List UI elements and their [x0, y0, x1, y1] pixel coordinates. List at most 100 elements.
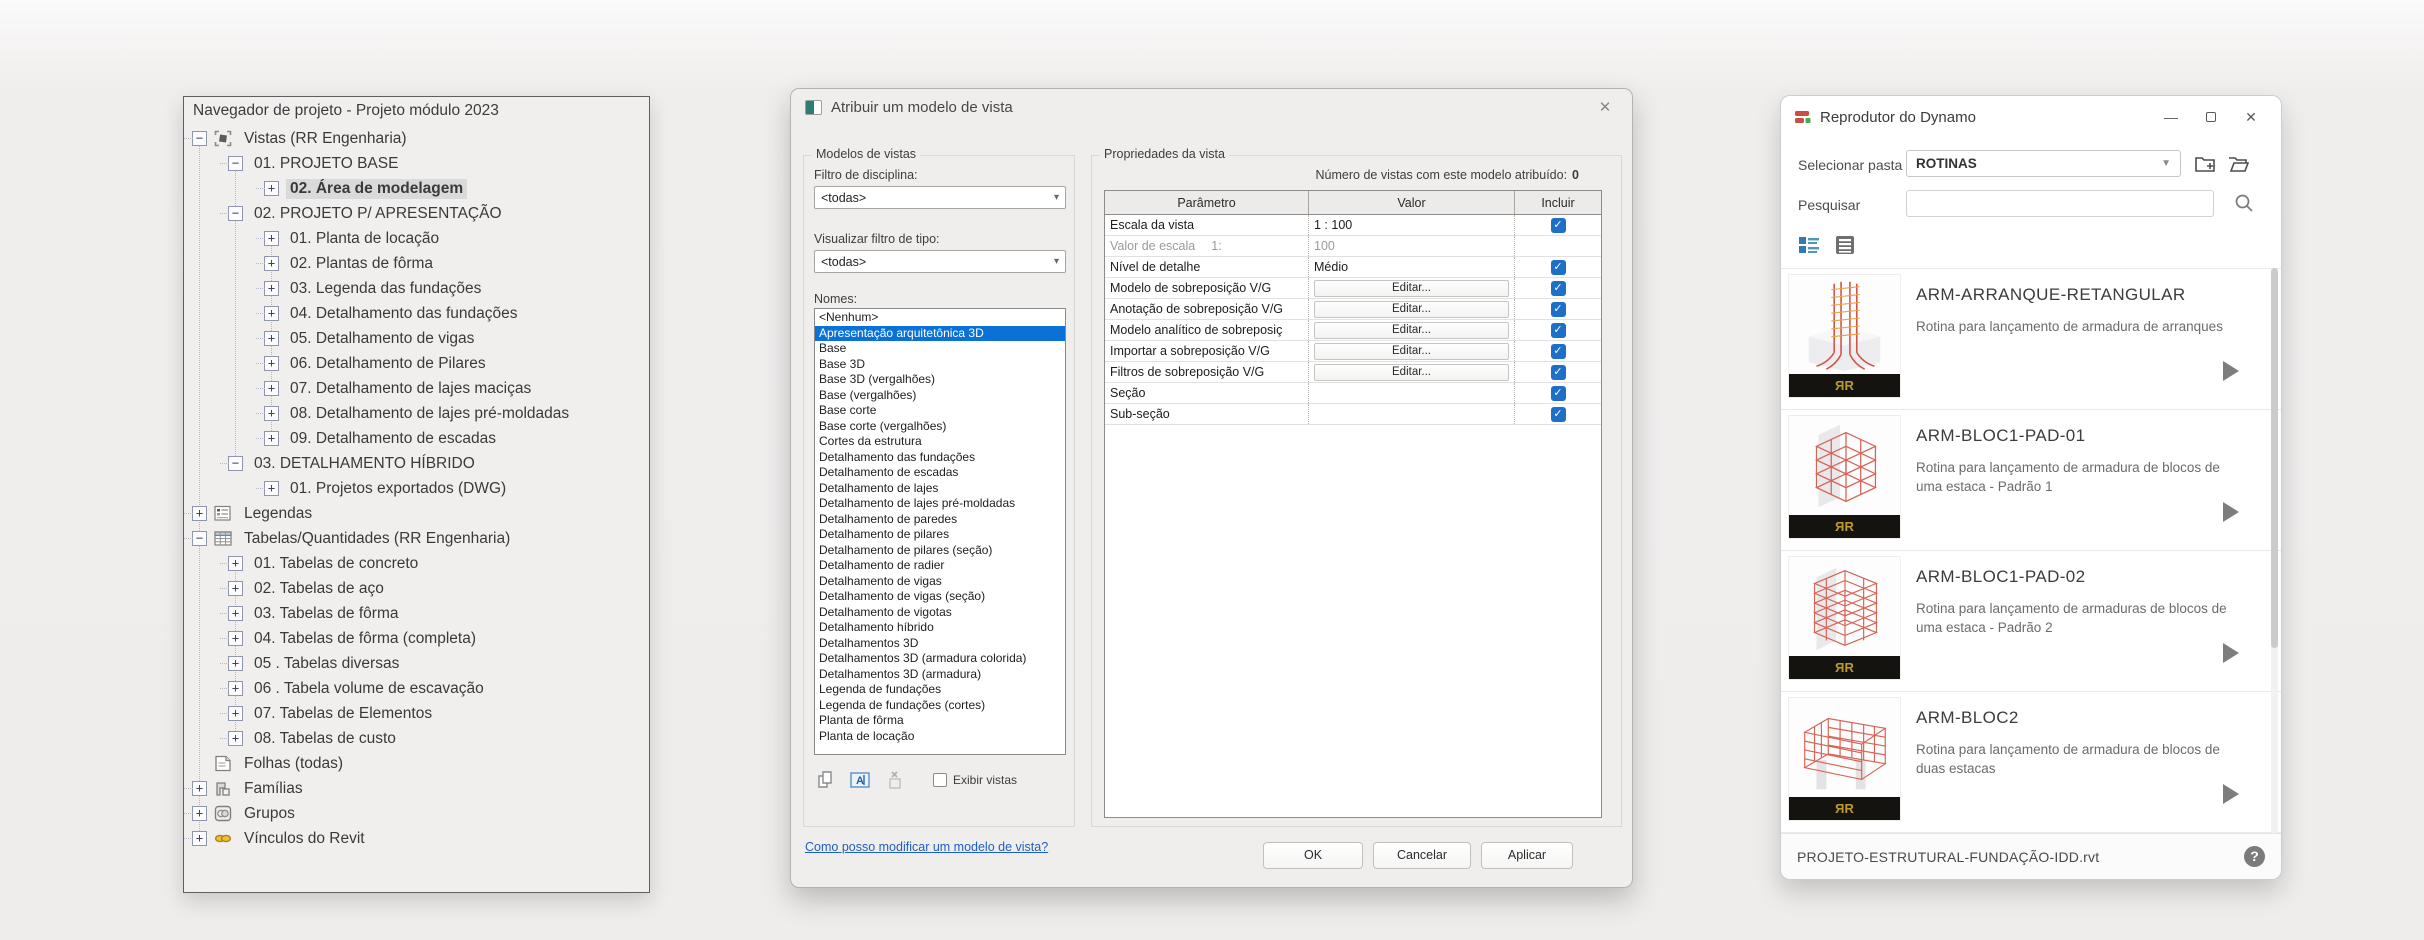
cancel-button[interactable]: Cancelar: [1373, 842, 1471, 869]
template-name-option[interactable]: Planta de locação: [815, 729, 1065, 745]
edit-button[interactable]: Editar...: [1314, 322, 1509, 339]
expand-toggle-icon[interactable]: +: [264, 481, 279, 496]
help-icon[interactable]: ?: [2244, 846, 2265, 867]
tree-item[interactable]: − Tabelas/Quantidades (RR Engenharia): [184, 526, 648, 551]
expand-toggle-icon[interactable]: +: [228, 606, 243, 621]
template-name-option[interactable]: Detalhamentos 3D (armadura): [815, 667, 1065, 683]
table-row[interactable]: Modelo de sobreposição V/G Editar... ✓: [1105, 278, 1601, 299]
include-checkbox-checked[interactable]: ✓: [1551, 344, 1566, 359]
tree-item[interactable]: + 02. Plantas de fôrma: [184, 251, 648, 276]
tree-item[interactable]: + 08. Detalhamento de lajes pré-moldadas: [184, 401, 648, 426]
tree-item[interactable]: − Vistas (RR Engenharia): [184, 126, 648, 151]
template-name-option[interactable]: Base corte: [815, 403, 1065, 419]
template-name-option[interactable]: Base: [815, 341, 1065, 357]
tree-item[interactable]: + 04. Detalhamento das fundações: [184, 301, 648, 326]
search-icon[interactable]: [2233, 192, 2255, 219]
tree-item[interactable]: + 06 . Tabela volume de escavação: [184, 676, 648, 701]
add-folder-icon[interactable]: [2194, 152, 2216, 174]
value-cell[interactable]: Médio: [1309, 257, 1515, 277]
template-name-option[interactable]: Base (vergalhões): [815, 388, 1065, 404]
include-cell[interactable]: ✓: [1515, 320, 1601, 340]
value-cell[interactable]: Editar...: [1309, 299, 1515, 319]
ok-button[interactable]: OK: [1263, 842, 1363, 869]
table-row[interactable]: Nível de detalhe Médio ✓: [1105, 257, 1601, 278]
table-row[interactable]: Anotação de sobreposição V/G Editar... ✓: [1105, 299, 1601, 320]
tree-item[interactable]: − 01. PROJETO BASE: [184, 151, 648, 176]
scrollbar[interactable]: [2271, 268, 2278, 834]
include-checkbox-checked[interactable]: ✓: [1551, 365, 1566, 380]
table-row[interactable]: Seção ✓: [1105, 383, 1601, 404]
include-cell[interactable]: ✓: [1515, 404, 1601, 424]
template-name-option[interactable]: Detalhamento de vigas (seção): [815, 589, 1065, 605]
expand-toggle-icon[interactable]: +: [228, 556, 243, 571]
tree-item[interactable]: + Grupos: [184, 801, 648, 826]
expand-toggle-icon[interactable]: +: [264, 431, 279, 446]
expand-toggle-icon[interactable]: +: [264, 331, 279, 346]
play-button[interactable]: [2223, 361, 2239, 381]
edit-button[interactable]: Editar...: [1314, 364, 1509, 381]
template-name-option[interactable]: Base 3D (vergalhões): [815, 372, 1065, 388]
tree-item[interactable]: + 02. Área de modelagem: [184, 176, 648, 201]
tree-item[interactable]: + 08. Tabelas de custo: [184, 726, 648, 751]
show-views-checkbox[interactable]: Exibir vistas: [933, 773, 1017, 787]
value-cell[interactable]: 1 : 100: [1309, 215, 1515, 235]
table-row[interactable]: Modelo analítico de sobreposiç Editar...…: [1105, 320, 1601, 341]
include-checkbox-checked[interactable]: ✓: [1551, 281, 1566, 296]
tree-item[interactable]: + 01. Projetos exportados (DWG): [184, 476, 648, 501]
tree-item[interactable]: + Famílias: [184, 776, 648, 801]
play-button[interactable]: [2223, 643, 2239, 663]
expand-toggle-icon[interactable]: −: [228, 156, 243, 171]
template-name-option[interactable]: Cortes da estrutura: [815, 434, 1065, 450]
routine-card[interactable]: RR ARM-BLOC2 Rotina para lançamento de a…: [1781, 692, 2281, 833]
folder-dropdown[interactable]: ROTINAS ▼: [1906, 150, 2181, 177]
discipline-filter-dropdown[interactable]: <todas> ▾: [814, 186, 1066, 209]
play-button[interactable]: [2223, 784, 2239, 804]
maximize-icon[interactable]: [2191, 109, 2231, 125]
expand-toggle-icon[interactable]: +: [192, 831, 207, 846]
tree-item[interactable]: + 06. Detalhamento de Pilares: [184, 351, 648, 376]
expand-toggle-icon[interactable]: +: [228, 581, 243, 596]
include-cell[interactable]: ✓: [1515, 215, 1601, 235]
expand-toggle-icon[interactable]: +: [264, 281, 279, 296]
table-row[interactable]: Sub-seção ✓: [1105, 404, 1601, 425]
template-name-option[interactable]: <Nenhum>: [815, 310, 1065, 326]
table-row[interactable]: Filtros de sobreposição V/G Editar... ✓: [1105, 362, 1601, 383]
include-cell[interactable]: ✓: [1515, 383, 1601, 403]
template-name-option[interactable]: Detalhamento de paredes: [815, 512, 1065, 528]
value-cell[interactable]: Editar...: [1309, 278, 1515, 298]
close-icon[interactable]: ✕: [2231, 109, 2271, 126]
expand-toggle-icon[interactable]: +: [228, 706, 243, 721]
help-link[interactable]: Como posso modificar um modelo de vista?: [805, 840, 1048, 854]
tree-item[interactable]: + 09. Detalhamento de escadas: [184, 426, 648, 451]
expand-toggle-icon[interactable]: −: [192, 531, 207, 546]
tree-item[interactable]: − 03. DETALHAMENTO HÍBRIDO: [184, 451, 648, 476]
value-cell[interactable]: [1309, 383, 1515, 403]
table-row[interactable]: Importar a sobreposição V/G Editar... ✓: [1105, 341, 1601, 362]
value-cell[interactable]: [1309, 404, 1515, 424]
apply-button[interactable]: Aplicar: [1481, 842, 1573, 869]
tree-item[interactable]: + 05. Detalhamento de vigas: [184, 326, 648, 351]
template-name-option[interactable]: Detalhamentos 3D: [815, 636, 1065, 652]
tree-item[interactable]: + 04. Tabelas de fôrma (completa): [184, 626, 648, 651]
expand-toggle-icon[interactable]: +: [264, 306, 279, 321]
template-name-option[interactable]: Legenda de fundações: [815, 682, 1065, 698]
expand-toggle-icon[interactable]: +: [264, 181, 279, 196]
tree-item[interactable]: − 02. PROJETO P/ APRESENTAÇÃO: [184, 201, 648, 226]
expand-toggle-icon[interactable]: +: [264, 356, 279, 371]
open-folder-icon[interactable]: [2227, 152, 2249, 174]
include-cell[interactable]: [1515, 236, 1601, 256]
table-row[interactable]: Escala da vista 1 : 100 ✓: [1105, 215, 1601, 236]
template-name-option[interactable]: Detalhamento de lajes: [815, 481, 1065, 497]
expand-toggle-icon[interactable]: +: [264, 256, 279, 271]
include-checkbox-checked[interactable]: ✓: [1551, 386, 1566, 401]
template-name-option[interactable]: Detalhamento de lajes pré-moldadas: [815, 496, 1065, 512]
minimize-icon[interactable]: —: [2151, 109, 2191, 125]
template-name-option[interactable]: Detalhamento de vigas: [815, 574, 1065, 590]
template-name-option[interactable]: Detalhamento de pilares: [815, 527, 1065, 543]
scrollbar-thumb[interactable]: [2271, 268, 2278, 648]
expand-toggle-icon[interactable]: +: [264, 381, 279, 396]
close-icon[interactable]: ✕: [1594, 97, 1616, 119]
template-name-option[interactable]: Detalhamento de vigotas: [815, 605, 1065, 621]
duplicate-template-icon[interactable]: [814, 769, 836, 791]
value-cell[interactable]: Editar...: [1309, 341, 1515, 361]
